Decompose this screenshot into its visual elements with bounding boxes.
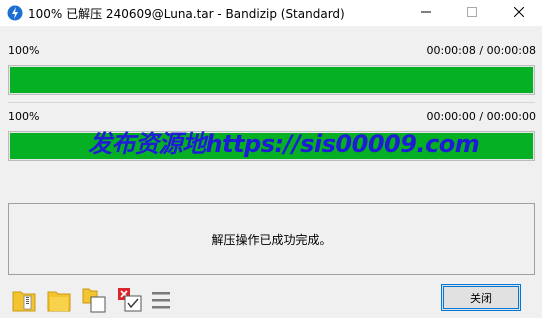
window-close-button[interactable]	[496, 0, 542, 26]
open-extract-folder-icon[interactable]	[47, 287, 73, 313]
total-progress-fill	[10, 67, 533, 93]
file-progress-percent: 100%	[8, 110, 40, 123]
close-icon	[513, 6, 525, 20]
minimize-button[interactable]	[403, 0, 449, 26]
bandizip-icon	[7, 5, 23, 21]
total-progress-bar	[8, 65, 535, 95]
status-message: 解压操作已成功完成。	[211, 232, 332, 247]
maximize-icon	[467, 6, 477, 20]
close-button[interactable]: 关闭	[441, 284, 521, 311]
open-folder-icon[interactable]	[12, 287, 38, 313]
close-button-label: 关闭	[470, 291, 492, 305]
maximize-button[interactable]	[449, 0, 495, 26]
file-progress-time: 00:00:00 / 00:00:00	[426, 110, 536, 123]
total-progress-percent: 100%	[8, 44, 40, 57]
title-bar: 100% 已解压 240609@Luna.tar - Bandizip (Sta…	[0, 0, 542, 26]
copy-icon[interactable]	[82, 287, 108, 313]
minimize-icon	[421, 7, 431, 20]
status-message-box: 解压操作已成功完成。	[8, 203, 535, 275]
menu-icon[interactable]	[150, 287, 176, 313]
window-title: 100% 已解压 240609@Luna.tar - Bandizip (Sta…	[28, 7, 345, 21]
total-progress-time: 00:00:08 / 00:00:08	[426, 44, 536, 57]
delete-archive-icon[interactable]	[117, 287, 143, 313]
divider	[8, 102, 535, 103]
watermark-text: 发布资源地https://sis00009.com	[88, 130, 480, 158]
